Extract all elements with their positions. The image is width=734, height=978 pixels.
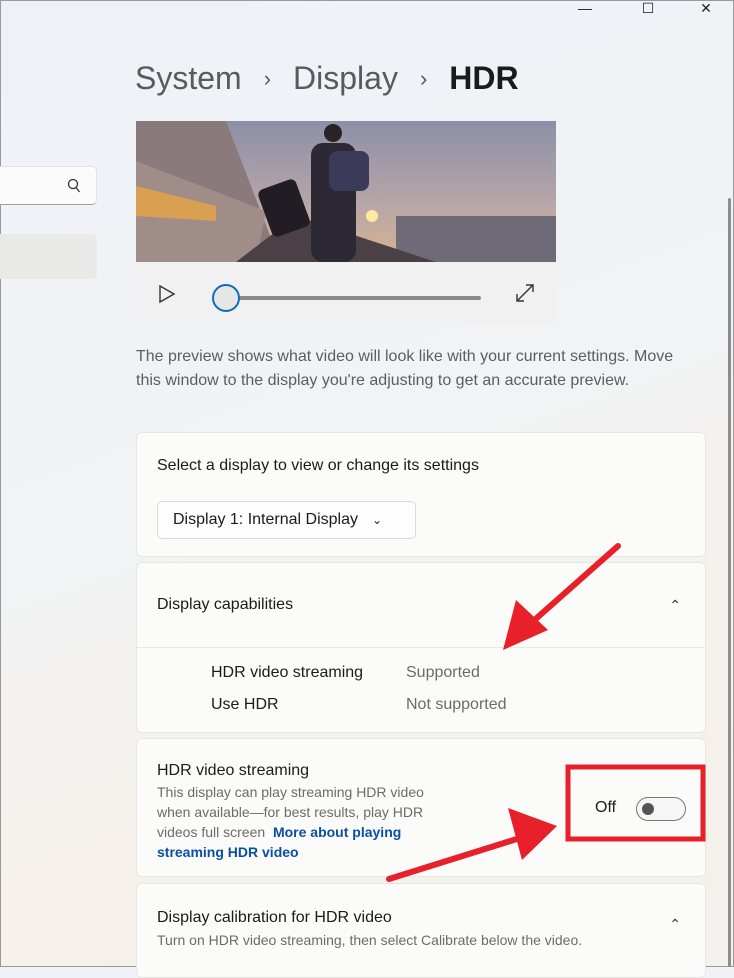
search-input[interactable] bbox=[0, 166, 97, 205]
calibration-card: Display calibration for HDR video Turn o… bbox=[136, 883, 706, 978]
capabilities-card: Display capabilities ⌃ HDR video streami… bbox=[136, 562, 706, 733]
chevron-right-icon: › bbox=[263, 65, 272, 91]
play-icon[interactable] bbox=[158, 284, 176, 304]
capability-name: HDR video streaming bbox=[211, 664, 364, 681]
close-button[interactable]: ✕ bbox=[686, 0, 726, 16]
video-controls bbox=[136, 262, 556, 325]
breadcrumb-system[interactable]: System bbox=[135, 60, 242, 97]
hdr-streaming-toggle[interactable] bbox=[636, 797, 686, 821]
breadcrumb: System › Display › HDR bbox=[135, 60, 519, 97]
display-select-card: Select a display to view or change its s… bbox=[136, 432, 706, 557]
preview-description: The preview shows what video will look l… bbox=[136, 348, 674, 389]
video-seek-thumb[interactable] bbox=[212, 284, 240, 312]
capability-value: Not supported bbox=[406, 696, 507, 713]
chevron-down-icon: ⌄ bbox=[371, 513, 383, 527]
capability-name: Use HDR bbox=[211, 696, 279, 713]
video-frame-image bbox=[136, 121, 556, 262]
breadcrumb-display[interactable]: Display bbox=[293, 60, 398, 97]
capability-value: Supported bbox=[406, 664, 480, 681]
display-dropdown[interactable]: Display 1: Internal Display ⌄ bbox=[157, 501, 416, 539]
minimize-button[interactable]: — bbox=[565, 0, 605, 16]
capabilities-header[interactable]: Display capabilities ⌃ bbox=[137, 563, 705, 648]
display-select-label: Select a display to view or change its s… bbox=[157, 457, 479, 474]
fullscreen-icon[interactable] bbox=[514, 282, 536, 304]
video-preview[interactable] bbox=[136, 121, 556, 262]
chevron-right-icon: › bbox=[419, 65, 428, 91]
calibration-title: Display calibration for HDR video bbox=[157, 909, 392, 926]
chevron-up-icon[interactable]: ⌃ bbox=[669, 916, 681, 933]
toggle-state-label: Off bbox=[595, 799, 617, 816]
chevron-up-icon[interactable]: ⌃ bbox=[669, 597, 681, 614]
maximize-button[interactable]: ☐ bbox=[628, 0, 668, 16]
hdr-streaming-card: HDR video streaming This display can pla… bbox=[136, 738, 706, 877]
video-seek-bar[interactable] bbox=[228, 296, 481, 300]
display-dropdown-value: Display 1: Internal Display bbox=[173, 511, 358, 528]
search-icon bbox=[67, 178, 81, 193]
scrollbar[interactable] bbox=[728, 198, 731, 967]
sidebar-selected-item[interactable] bbox=[0, 234, 97, 279]
capabilities-title: Display capabilities bbox=[157, 596, 294, 613]
page-title: HDR bbox=[449, 60, 519, 96]
calibration-desc: Turn on HDR video streaming, then select… bbox=[157, 932, 583, 948]
hdr-streaming-title: HDR video streaming bbox=[157, 762, 310, 779]
